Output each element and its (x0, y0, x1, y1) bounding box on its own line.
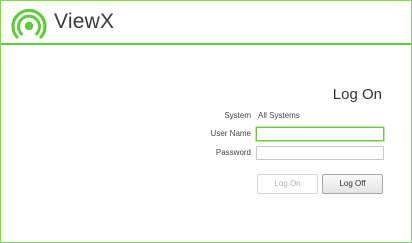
username-label: User Name (210, 129, 251, 138)
logoff-button[interactable]: Log Off (322, 174, 383, 194)
system-value: All Systems (258, 111, 300, 120)
system-label: System (224, 111, 251, 120)
password-label: Password (215, 148, 251, 157)
page-title: Log On (332, 86, 382, 103)
viewx-logo-icon (11, 8, 47, 39)
password-input[interactable] (256, 146, 384, 160)
logon-button[interactable]: Log On (257, 174, 318, 194)
username-input[interactable] (256, 127, 384, 141)
app-name: ViewX (54, 10, 115, 33)
header-divider (1, 43, 411, 45)
header-bar: ViewX (1, 1, 411, 43)
